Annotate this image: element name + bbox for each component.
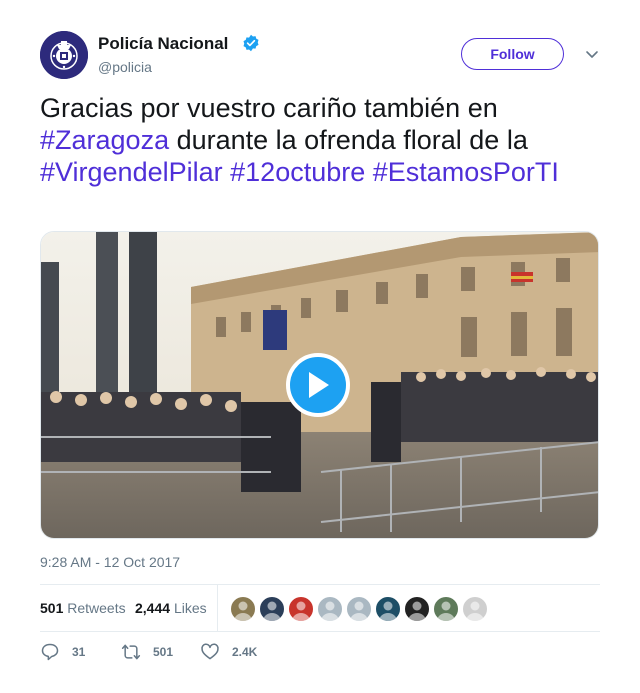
likes-stat[interactable]: 2,444 Likes bbox=[135, 600, 207, 616]
hashtag-link[interactable]: #Zaragoza bbox=[40, 125, 169, 155]
likes-count: 2,444 bbox=[135, 600, 171, 616]
liker-avatar[interactable] bbox=[259, 596, 285, 622]
retweet-button[interactable]: 501 bbox=[121, 642, 173, 662]
avatar[interactable] bbox=[40, 31, 88, 79]
liker-avatar[interactable] bbox=[288, 596, 314, 622]
liker-avatar[interactable] bbox=[375, 596, 401, 622]
retweets-label: Retweets bbox=[67, 600, 126, 616]
tweet-timestamp[interactable]: 9:28 AM - 12 Oct 2017 bbox=[40, 554, 180, 570]
hashtag-link[interactable]: #12octubre bbox=[230, 157, 365, 187]
retweets-count: 501 bbox=[40, 600, 64, 616]
like-count: 2.4K bbox=[232, 645, 258, 659]
stats-divider bbox=[217, 585, 218, 631]
hashtag-link[interactable]: #VirgendelPilar bbox=[40, 157, 223, 187]
verified-badge-icon bbox=[243, 34, 259, 52]
retweet-icon bbox=[121, 644, 141, 660]
heart-icon bbox=[201, 643, 219, 660]
likes-label: Likes bbox=[173, 600, 207, 616]
liker-avatar[interactable] bbox=[404, 596, 430, 622]
liker-avatar[interactable] bbox=[230, 596, 256, 622]
engagement-stats: 501 Retweets 2,444 Likes bbox=[40, 585, 600, 631]
tweet-text-segment bbox=[223, 157, 231, 187]
liker-avatar[interactable] bbox=[433, 596, 459, 622]
retweet-count: 501 bbox=[153, 645, 174, 659]
chevron-down-icon[interactable] bbox=[585, 47, 599, 61]
liker-avatar[interactable] bbox=[317, 596, 343, 622]
account-name[interactable]: Policía Nacional bbox=[98, 34, 228, 54]
police-badge-icon bbox=[40, 31, 88, 79]
retweets-stat[interactable]: 501 Retweets bbox=[40, 600, 126, 616]
account-handle[interactable]: @policia bbox=[98, 59, 152, 75]
reply-button[interactable]: 31 bbox=[40, 642, 85, 662]
reply-count: 31 bbox=[72, 645, 86, 659]
reply-icon bbox=[41, 643, 59, 661]
tweet-actions: 31 501 2.4K bbox=[40, 642, 600, 666]
divider bbox=[40, 631, 600, 632]
follow-button[interactable]: Follow bbox=[461, 38, 564, 70]
play-button[interactable] bbox=[286, 353, 350, 417]
tweet-text-segment: durante la ofrenda floral de la bbox=[169, 125, 528, 155]
tweet-text: Gracias por vuestro cariño también en #Z… bbox=[40, 92, 600, 188]
like-button[interactable]: 2.4K bbox=[200, 642, 257, 662]
liker-avatar[interactable] bbox=[462, 596, 488, 622]
liker-avatar[interactable] bbox=[346, 596, 372, 622]
tweet-text-segment: Gracias por vuestro cariño también en bbox=[40, 93, 498, 123]
tweet-header: Policía Nacional @policia Follow bbox=[40, 31, 600, 79]
play-icon bbox=[309, 372, 329, 398]
hashtag-link[interactable]: #EstamosPorTI bbox=[373, 157, 559, 187]
tweet-text-segment bbox=[365, 157, 373, 187]
